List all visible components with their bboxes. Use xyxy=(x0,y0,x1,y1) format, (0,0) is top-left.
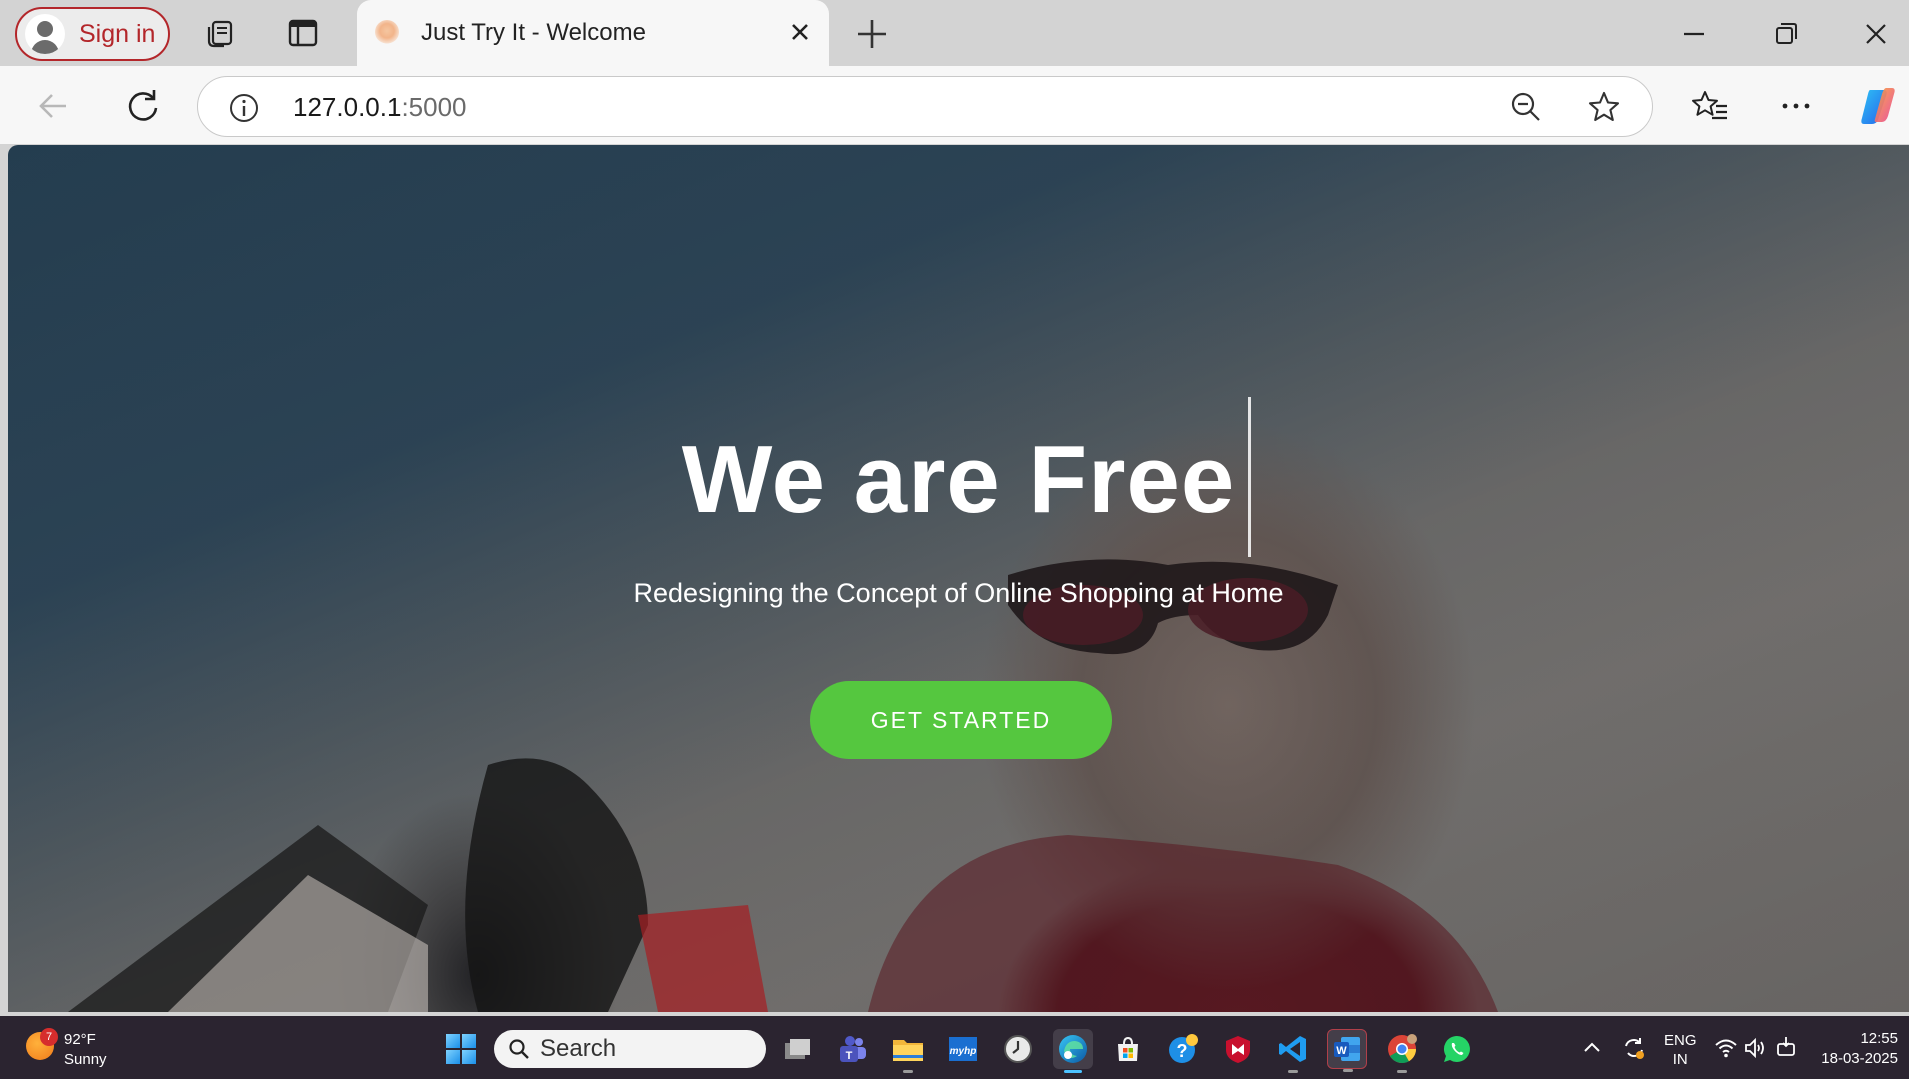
search-label: Search xyxy=(540,1035,617,1062)
page-viewport: We are Free Redesigning the Concept of O… xyxy=(8,145,1909,1012)
address-toolbar: 127.0.0.1:5000 xyxy=(0,66,1909,144)
task-view-icon[interactable] xyxy=(778,1029,818,1069)
hero-subtitle: Redesigning the Concept of Online Shoppi… xyxy=(633,578,1284,608)
search-icon xyxy=(509,1039,529,1059)
sync-icon[interactable] xyxy=(1620,1034,1648,1062)
language-code: ENG xyxy=(1664,1032,1697,1049)
close-window-icon[interactable] xyxy=(1856,14,1896,54)
profile-avatar-icon xyxy=(25,14,65,54)
weather-condition: Sunny xyxy=(64,1051,107,1068)
copilot-icon[interactable] xyxy=(1856,84,1900,128)
file-explorer-icon[interactable] xyxy=(888,1029,928,1073)
more-options-icon[interactable] xyxy=(1776,86,1816,126)
back-arrow-icon[interactable] xyxy=(34,86,74,126)
taskbar-search-box[interactable]: Search xyxy=(494,1030,766,1068)
weather-temperature: 92°F xyxy=(64,1031,96,1048)
svg-text:T: T xyxy=(846,1050,853,1062)
myhp-icon[interactable]: myhp xyxy=(943,1029,983,1069)
teams-icon[interactable]: T xyxy=(833,1029,873,1069)
sign-in-label: Sign in xyxy=(79,19,156,48)
volume-icon[interactable] xyxy=(1744,1037,1768,1059)
show-hidden-icons-chevron-icon[interactable] xyxy=(1580,1036,1604,1060)
battery-icon[interactable] xyxy=(1774,1035,1798,1059)
system-clock[interactable]: 12:55 18-03-2025 xyxy=(1818,1029,1898,1069)
microsoft-store-icon[interactable] xyxy=(1108,1029,1148,1069)
zoom-out-icon[interactable] xyxy=(1509,90,1543,124)
taskbar: 7 92°F Sunny Search T myhp ? W ENG IN 12… xyxy=(0,1016,1909,1079)
url-host: 127.0.0.1 xyxy=(293,92,402,122)
clock-app-icon[interactable] xyxy=(998,1029,1038,1069)
vscode-icon[interactable] xyxy=(1273,1029,1313,1073)
svg-text:W: W xyxy=(1336,1045,1347,1057)
tab-strip: Sign in Just Try It - Welcome xyxy=(0,0,1909,66)
typing-caret xyxy=(1248,397,1251,557)
minimize-icon[interactable] xyxy=(1674,14,1714,54)
language-indicator[interactable]: ENG IN xyxy=(1664,1031,1697,1069)
new-tab-plus-icon[interactable] xyxy=(852,14,892,54)
vertical-tabs-icon[interactable] xyxy=(284,14,322,52)
refresh-icon[interactable] xyxy=(122,85,164,127)
word-icon[interactable]: W xyxy=(1327,1029,1367,1072)
help-icon[interactable]: ? xyxy=(1163,1029,1203,1069)
get-started-button[interactable]: GET STARTED xyxy=(810,681,1112,759)
favorites-list-icon[interactable] xyxy=(1690,86,1730,126)
screen: Sign in Just Try It - Welcome 127.0.0.1:… xyxy=(0,0,1909,1079)
active-indicator xyxy=(1064,1070,1082,1073)
address-bar[interactable]: 127.0.0.1:5000 xyxy=(197,76,1653,137)
favorite-star-icon[interactable] xyxy=(1586,89,1622,125)
close-tab-icon[interactable] xyxy=(782,14,818,50)
running-indicator xyxy=(903,1070,913,1073)
tab-just-try-it[interactable]: Just Try It - Welcome xyxy=(357,0,829,66)
url-text[interactable]: 127.0.0.1:5000 xyxy=(293,92,467,123)
workspaces-icon[interactable] xyxy=(202,14,240,52)
svg-text:myhp: myhp xyxy=(950,1046,977,1057)
hero-title: We are Free xyxy=(681,426,1236,533)
mcafee-icon[interactable] xyxy=(1218,1029,1258,1069)
restore-icon[interactable] xyxy=(1766,14,1806,54)
language-region: IN xyxy=(1672,1051,1688,1068)
windows-start-icon[interactable] xyxy=(446,1034,476,1064)
tab-title: Just Try It - Welcome xyxy=(421,19,646,46)
chrome-icon[interactable] xyxy=(1382,1029,1422,1073)
running-indicator xyxy=(1288,1070,1298,1073)
whatsapp-icon[interactable] xyxy=(1437,1029,1477,1069)
wifi-icon[interactable] xyxy=(1714,1037,1738,1059)
site-info-icon[interactable] xyxy=(228,92,260,124)
clock-time: 12:55 xyxy=(1860,1030,1898,1047)
running-indicator xyxy=(1343,1069,1353,1072)
running-indicator xyxy=(1397,1070,1407,1073)
clock-date: 18-03-2025 xyxy=(1821,1050,1898,1067)
sign-in-button[interactable]: Sign in xyxy=(15,7,170,61)
svg-text:?: ? xyxy=(1177,1041,1188,1061)
hero-section: We are Free Redesigning the Concept of O… xyxy=(8,145,1909,1012)
edge-icon[interactable] xyxy=(1053,1029,1093,1073)
url-port: :5000 xyxy=(401,92,467,122)
weather-alert-badge: 7 xyxy=(40,1028,58,1046)
site-favicon-icon xyxy=(375,20,399,44)
